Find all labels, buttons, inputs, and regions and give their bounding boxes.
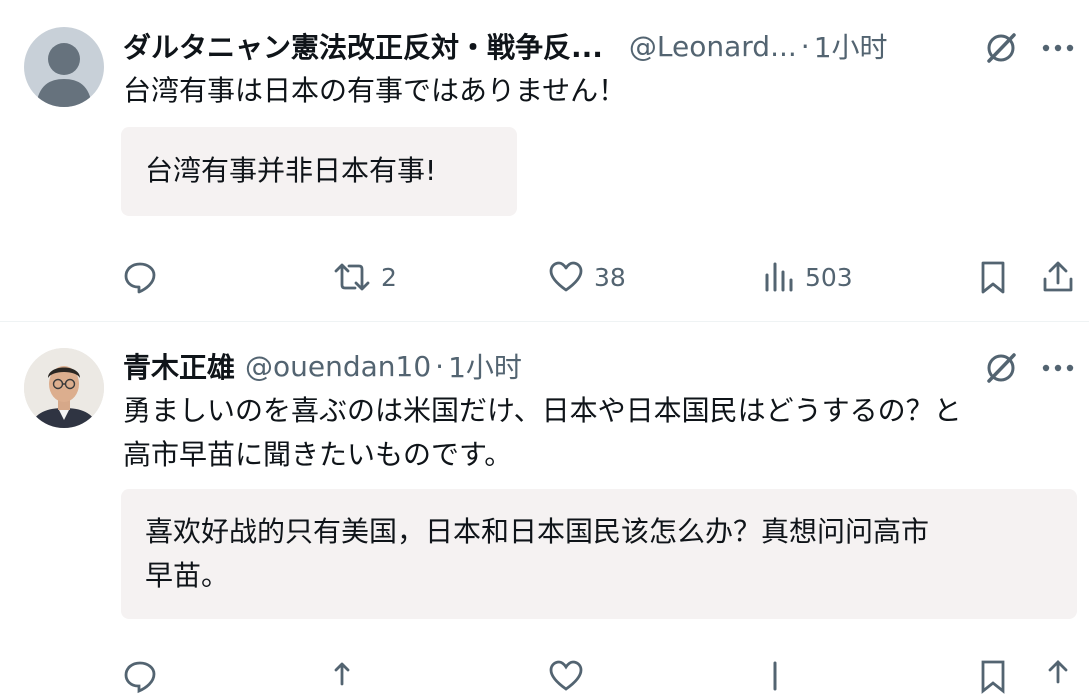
views-count: 503 [805,262,853,292]
views-icon [773,661,777,691]
repost-icon [334,662,350,686]
grok-icon[interactable] [983,350,1019,386]
author-name[interactable]: ダルタニャン憲法改正反対・戦争反... [123,26,603,66]
translation-box: 台湾有事并非日本有事! [121,127,517,216]
translation-box: 喜欢好战的只有美国，日本和日本国民该怎么办？真想问问高市 早苗。 [121,489,1077,619]
repost-count: 2 [381,262,397,292]
translation-line-1: 喜欢好战的只有美国，日本和日本国民该怎么办？真想问问高市 [145,515,930,548]
avatar-silhouette-icon [36,43,92,107]
views-button[interactable]: 503 [763,257,853,297]
like-icon [549,261,583,292]
bookmark-button[interactable] [975,656,1011,696]
post-text: 勇ましいのを喜ぶのは米国だけ、日本や日本国民はどうするの？と 高市早苗に聞きたい… [123,389,962,477]
avatar[interactable] [24,348,104,428]
post-divider [0,321,1089,322]
share-button[interactable] [1038,257,1078,297]
post-header: 青木正雄 @ouendan10 · 1小时 [123,344,522,388]
post-text-line-2: 高市早苗に聞きたいものです。 [123,438,513,471]
repost-button[interactable]: 2 [333,257,397,297]
like-button[interactable]: 38 [548,257,626,297]
like-count: 38 [594,262,626,292]
repost-button[interactable] [333,656,371,696]
post-time[interactable]: 1小时 [448,346,522,386]
reply-icon [124,661,156,694]
views-button[interactable] [763,656,795,696]
author-handle[interactable]: @Leonard... [629,30,797,63]
post-text: 台湾有事は日本の有事ではありません！ [123,74,627,107]
views-icon [765,262,793,292]
reply-button[interactable] [122,257,158,297]
author-handle[interactable]: @ouendan10 [245,350,431,383]
reply-button[interactable] [122,656,158,696]
post-text-line-1: 勇ましいのを喜ぶのは米国だけ、日本や日本国民はどうするの？と [123,394,962,427]
bookmark-icon [981,660,1005,694]
translation-text: 台湾有事并非日本有事! [145,154,437,187]
more-icon[interactable] [1040,34,1076,62]
post-time[interactable]: 1小时 [814,26,888,66]
translation-line-2: 早苗。 [145,559,230,592]
separator-dot: · [800,29,810,63]
share-button[interactable] [1038,656,1078,696]
avatar-photo [24,348,104,428]
avatar-default[interactable] [24,27,104,107]
share-icon [1048,660,1068,684]
author-name[interactable]: 青木正雄 [123,346,235,386]
bookmark-button[interactable] [975,257,1011,297]
separator-dot: · [435,349,445,383]
repost-icon [334,263,370,291]
grok-icon[interactable] [983,30,1019,66]
bookmark-icon [981,261,1005,294]
reply-icon [124,262,156,294]
post-header: ダルタニャン憲法改正反対・戦争反... @Leonard... · 1小时 [123,24,888,68]
like-button[interactable] [548,656,584,696]
more-icon[interactable] [1040,354,1076,382]
like-icon [549,660,583,691]
share-icon [1043,261,1073,292]
